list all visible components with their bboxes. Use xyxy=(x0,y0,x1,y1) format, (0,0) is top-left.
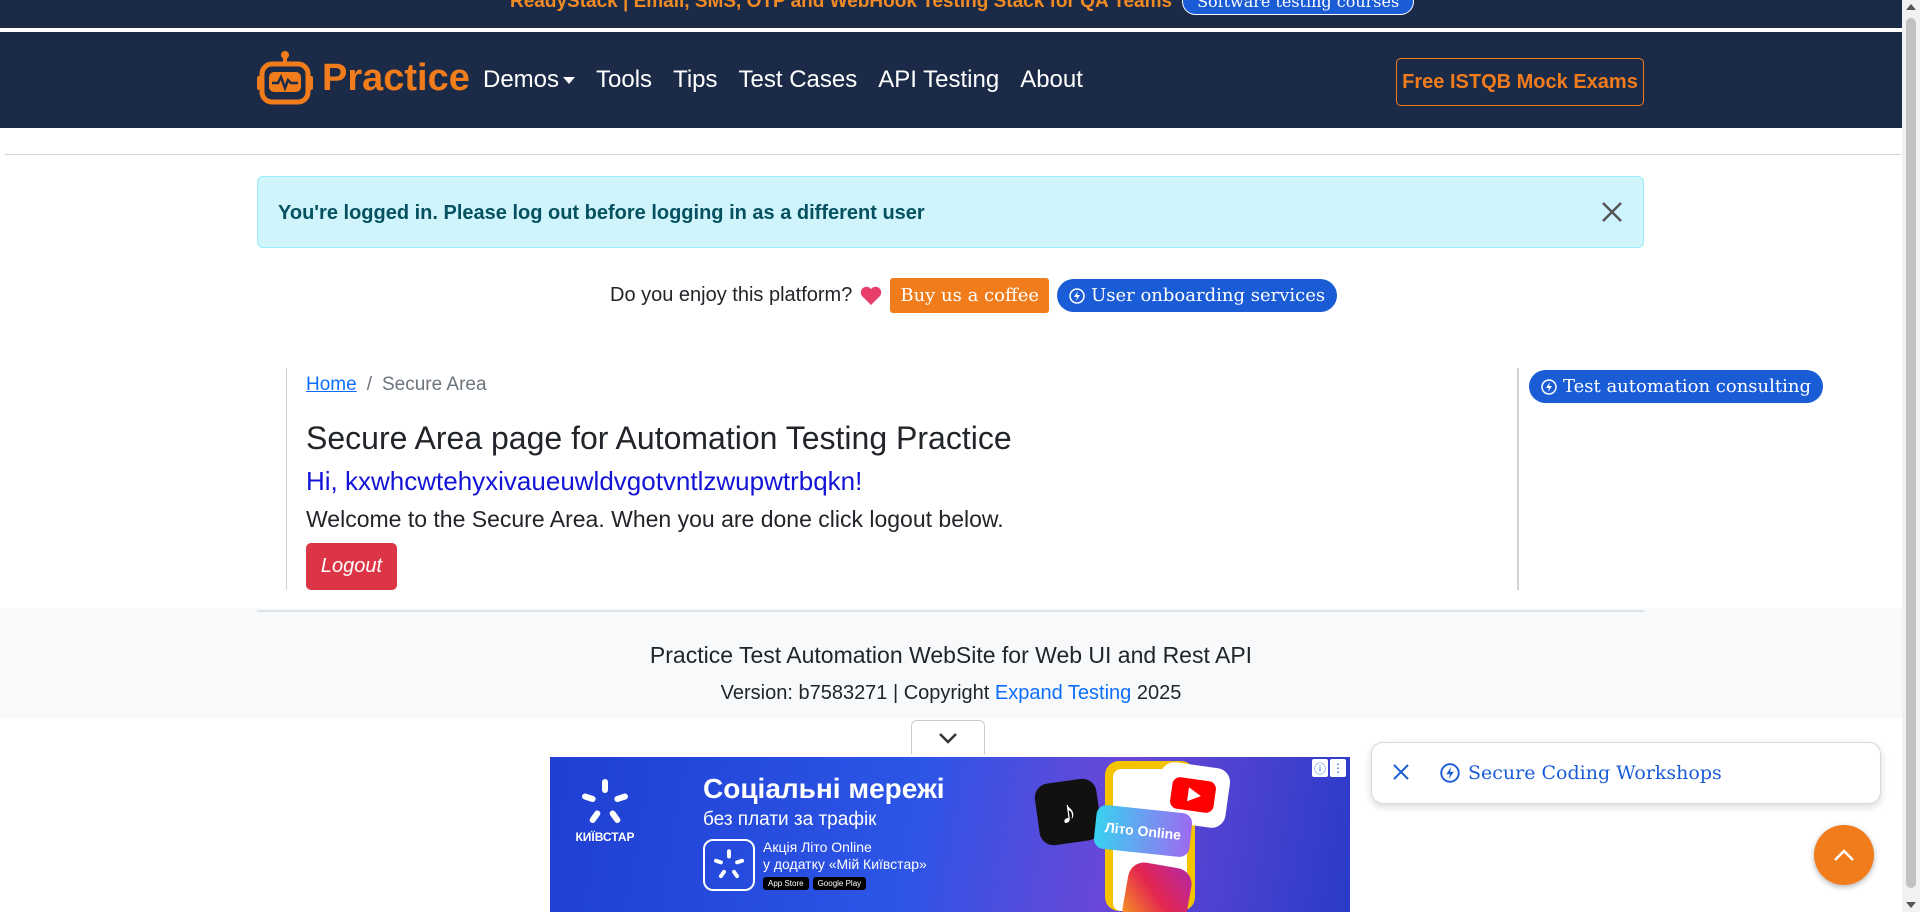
version-text: Version: b7583271 | Copyright xyxy=(720,682,995,704)
robot-logo-icon xyxy=(257,51,313,105)
scroll-up-arrow-icon[interactable] xyxy=(1906,4,1916,10)
ad-menu-icon[interactable]: ⋮ xyxy=(1330,759,1346,777)
secure-coding-label: Secure Coding Workshops xyxy=(1468,762,1722,784)
brand-logo-link[interactable]: Practice xyxy=(256,50,470,106)
page-scrollbar[interactable] xyxy=(1902,0,1920,912)
ad-promo-line1: Акція Літо Online xyxy=(763,839,872,855)
tiktok-icon: ♪ xyxy=(1032,776,1104,848)
secure-coding-toast: Secure Coding Workshops xyxy=(1371,742,1881,804)
scroll-to-top-button[interactable] xyxy=(1814,825,1874,885)
ad-promo: Акція Літо Online у додатку «Мій Київста… xyxy=(703,839,983,891)
kyivstar-logo: КИЇВСТАР xyxy=(570,777,640,844)
scrollbar-thumb[interactable] xyxy=(1906,18,1916,888)
software-testing-courses-button[interactable]: Software testing courses xyxy=(1182,0,1415,15)
nav-demos-dropdown[interactable]: Demos xyxy=(483,66,576,94)
caret-down-icon xyxy=(563,77,576,85)
content-border-right xyxy=(1517,368,1519,590)
footer: Practice Test Automation WebSite for Web… xyxy=(0,608,1902,718)
nav-api-testing[interactable]: API Testing xyxy=(878,66,999,94)
nav-tips[interactable]: Tips xyxy=(673,66,717,94)
breadcrumb-current: Secure Area xyxy=(381,374,487,395)
nav-test-cases[interactable]: Test Cases xyxy=(739,66,858,94)
bolt-circle-icon xyxy=(1069,287,1085,304)
consulting-label: Test automation consulting xyxy=(1563,376,1811,397)
google-play-badge: Google Play xyxy=(812,877,867,890)
close-icon[interactable] xyxy=(1599,199,1625,225)
ad-subline: без плати за трафік xyxy=(703,809,877,830)
heart-icon xyxy=(861,286,882,305)
divider xyxy=(5,154,1901,155)
test-automation-consulting-button[interactable]: Test automation consulting xyxy=(1529,370,1823,403)
app-store-badge: App Store xyxy=(763,877,809,890)
logout-button[interactable]: Logout xyxy=(306,543,397,590)
copyright-year: 2025 xyxy=(1131,682,1182,704)
ad-promo-line2: у додатку «Мій Київстар» xyxy=(763,856,927,872)
chevron-up-icon xyxy=(1834,849,1854,861)
logged-in-alert: You're logged in. Please log out before … xyxy=(257,176,1644,248)
close-icon[interactable] xyxy=(1392,763,1410,781)
content-border-left xyxy=(286,368,287,590)
nav-demos-label: Demos xyxy=(483,66,560,93)
welcome-text: Welcome to the Secure Area. When you are… xyxy=(306,506,1004,532)
footer-version: Version: b7583271 | Copyright Expand Tes… xyxy=(0,682,1902,705)
enjoy-question: Do you enjoy this platform? xyxy=(610,284,853,306)
ad-collapse-toggle[interactable] xyxy=(911,720,985,754)
scroll-down-arrow-icon[interactable] xyxy=(1906,902,1916,908)
top-promo-text[interactable]: ReadyStack | Email, SMS, OTP and WebHook… xyxy=(510,0,1172,13)
buy-coffee-button[interactable]: Buy us a coffee xyxy=(890,278,1050,313)
kyivstar-star-icon xyxy=(582,779,628,823)
alert-message: You're logged in. Please log out before … xyxy=(278,202,925,224)
breadcrumb-home-link[interactable]: Home xyxy=(306,374,357,396)
free-istqb-mock-exams-button[interactable]: Free ISTQB Mock Exams xyxy=(1396,58,1644,106)
nav-tools[interactable]: Tools xyxy=(596,66,652,94)
user-greeting: Hi, kxwhcwtehyxivaueuwldvgotvntlzwupwtrb… xyxy=(306,466,863,496)
chevron-down-icon xyxy=(939,732,957,744)
app-star-icon xyxy=(703,839,755,891)
user-onboarding-button[interactable]: User onboarding services xyxy=(1057,279,1338,312)
ad-banner[interactable]: КИЇВСТАР Соціальні мережі без плати за т… xyxy=(550,757,1350,912)
support-row: Do you enjoy this platform? Buy us a cof… xyxy=(610,278,1338,313)
user-onboarding-label: User onboarding services xyxy=(1091,285,1326,306)
footer-title: Practice Test Automation WebSite for Web… xyxy=(649,642,1253,668)
ad-headline: Соціальні мережі xyxy=(703,773,945,804)
expand-testing-link[interactable]: Expand Testing xyxy=(995,682,1131,704)
ad-info-controls: ⓘ ⋮ xyxy=(1312,759,1346,777)
bolt-circle-icon xyxy=(1541,378,1557,395)
ad-brand: КИЇВСТАР xyxy=(575,830,635,844)
page-title: Secure Area page for Automation Testing … xyxy=(306,420,1012,456)
footer-divider xyxy=(257,610,1644,612)
main-navbar: Practice Demos Tools Tips Test Cases API… xyxy=(0,32,1902,128)
breadcrumb: Home / Secure Area xyxy=(306,374,487,396)
breadcrumb-separator: / xyxy=(366,374,372,395)
secure-coding-link[interactable]: Secure Coding Workshops xyxy=(1440,762,1722,784)
nav-links: Demos Tools Tips Test Cases API Testing … xyxy=(483,66,1083,94)
brand-name: Practice xyxy=(322,56,470,99)
ad-stores: App Store Google Play xyxy=(763,877,927,890)
nav-about[interactable]: About xyxy=(1020,66,1083,94)
top-promo-bar: ReadyStack | Email, SMS, OTP and WebHook… xyxy=(0,0,1902,30)
bolt-circle-icon xyxy=(1440,763,1460,783)
ad-info-icon[interactable]: ⓘ xyxy=(1312,759,1328,777)
